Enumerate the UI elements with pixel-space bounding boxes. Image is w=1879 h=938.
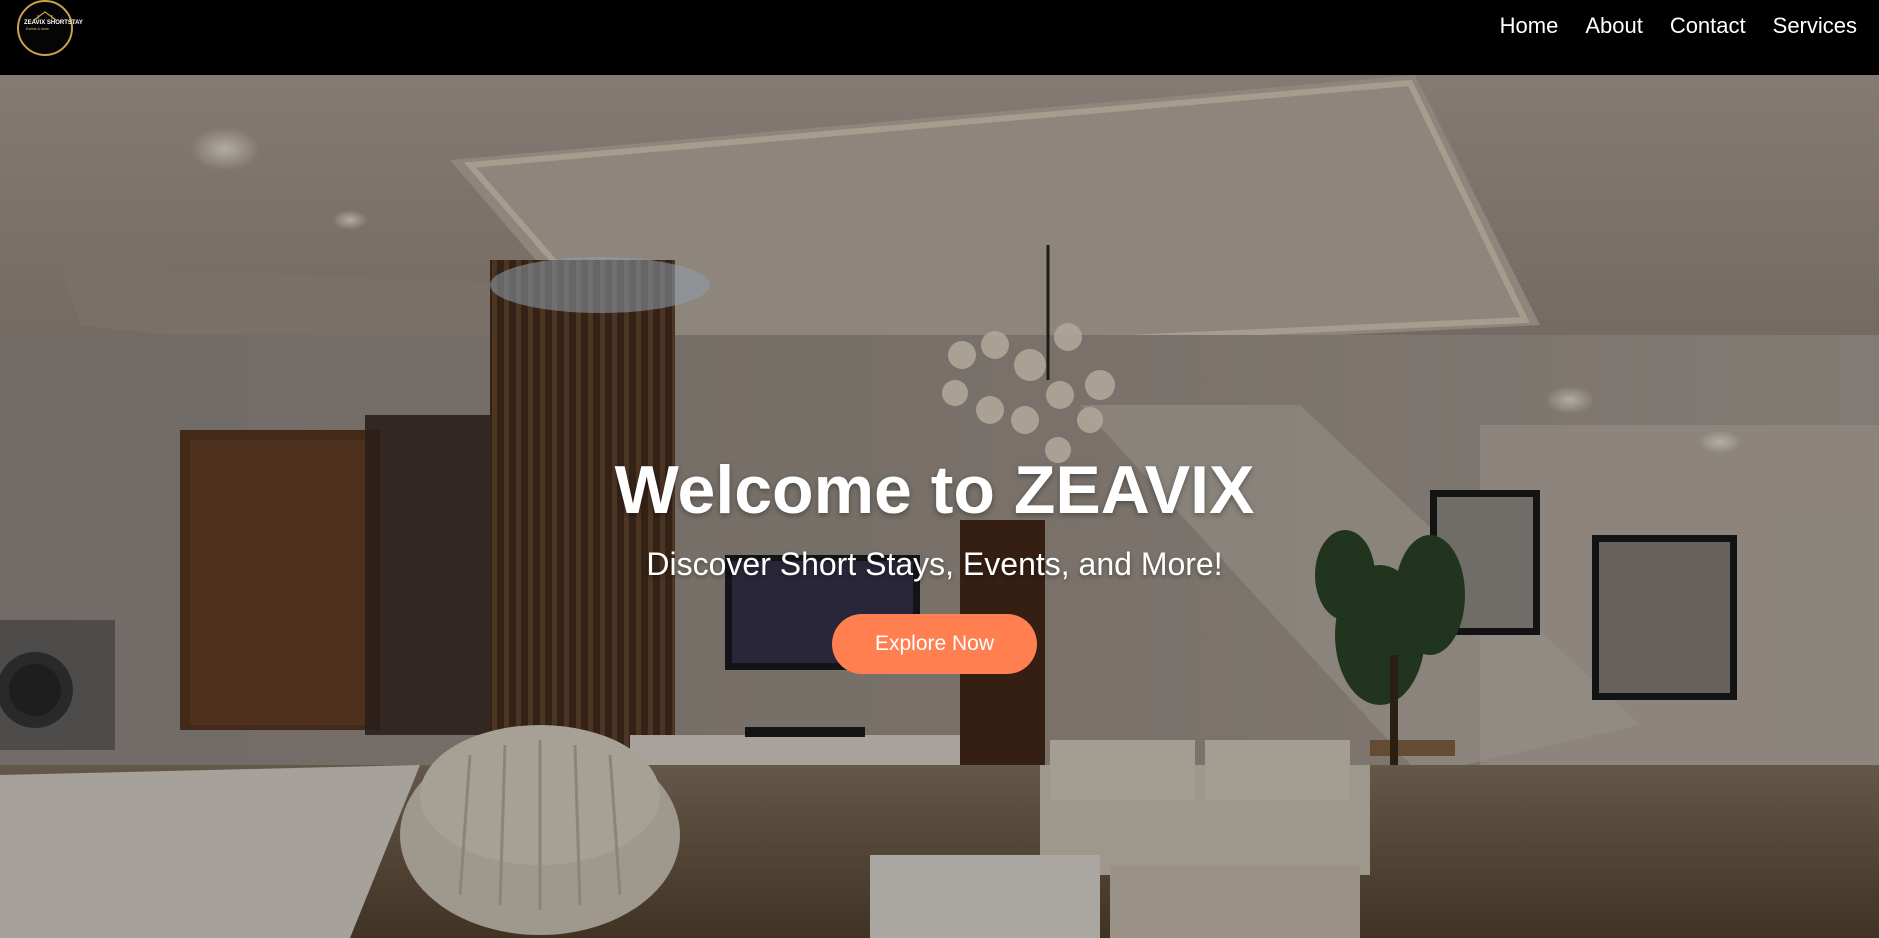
nav-contact-link[interactable]: Contact	[1670, 12, 1746, 40]
nav-home-link[interactable]: Home	[1500, 12, 1559, 40]
logo-subtext: Events & more	[26, 27, 49, 31]
hero-subtitle: Discover Short Stays, Events, and More!	[646, 546, 1223, 582]
nav-about-link[interactable]: About	[1585, 12, 1643, 40]
hero-section: Welcome to ZEAVIX Discover Short Stays, …	[0, 75, 1879, 938]
hero-title: Welcome to ZEAVIX	[614, 452, 1255, 528]
main-nav: Home About Contact Services	[1500, 12, 1857, 40]
hero-content: Welcome to ZEAVIX Discover Short Stays, …	[0, 450, 1869, 674]
brand-logo[interactable]: ZEAVIX SHORTSTAY Events & more	[14, 0, 83, 56]
explore-now-button[interactable]: Explore Now	[831, 614, 1038, 674]
logo-text: ZEAVIX SHORTSTAY	[24, 20, 83, 26]
nav-services-link[interactable]: Services	[1773, 12, 1857, 40]
top-navbar: ZEAVIX SHORTSTAY Events & more Home Abou…	[0, 0, 1879, 75]
